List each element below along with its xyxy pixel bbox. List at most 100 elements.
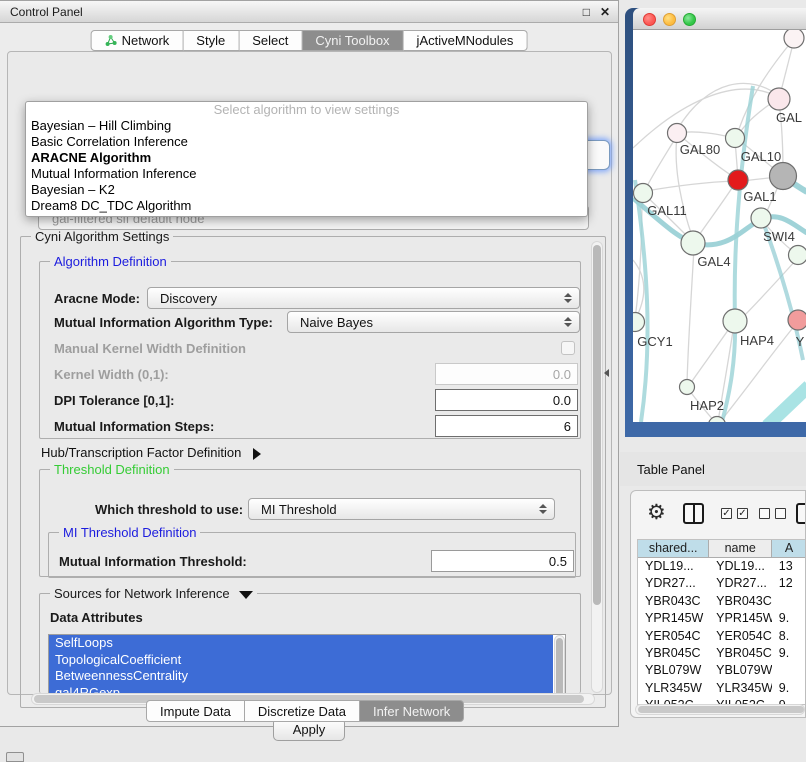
table-row[interactable]: YBR045CYBR045C9.: [638, 645, 806, 662]
table-panel-titlebar[interactable]: Table Panel: [620, 452, 806, 486]
table-row[interactable]: YER054CYER054C8.: [638, 628, 806, 645]
tab-jactivemnodules[interactable]: jActiveMNodules: [404, 30, 528, 51]
scrollbar-thumb[interactable]: [556, 638, 563, 696]
data-attributes-list[interactable]: SelfLoopsTopologicalCoefficientBetweenne…: [48, 634, 566, 700]
splitpane-collapse-arrow[interactable]: [604, 369, 609, 377]
table-row[interactable]: YDL19...YDL19...13: [638, 558, 806, 575]
tab-network[interactable]: Network: [91, 30, 184, 51]
network-node-hap2[interactable]: [680, 380, 695, 395]
algorithm-option-dream8-dc-tdc-algorithm[interactable]: Dream8 DC_TDC Algorithm: [26, 198, 587, 214]
mac-minimize-button[interactable]: [663, 13, 676, 26]
column-header-a[interactable]: A: [772, 540, 806, 557]
network-node-gcy1[interactable]: [633, 313, 645, 332]
table-cell: 13: [772, 558, 806, 575]
table-cell: YBL079W: [638, 662, 709, 679]
network-node[interactable]: [784, 30, 804, 48]
tab-impute-data[interactable]: Impute Data: [146, 700, 245, 722]
network-node-gal[interactable]: [768, 88, 790, 110]
settings-group-title: Cyni Algorithm Settings: [31, 229, 173, 244]
manual-kernel-width-checkbox[interactable]: [561, 341, 575, 355]
manual-kernel-width-label: Manual Kernel Width Definition: [54, 341, 246, 356]
bottom-tabs: Impute Data Discretize DataInfer Network: [146, 700, 464, 722]
table-cell: [772, 662, 806, 679]
aracne-mode-combobox[interactable]: Discovery: [147, 287, 580, 309]
kernel-width-field[interactable]: 0.0: [435, 363, 578, 385]
tab-discretize-data[interactable]: Discretize Data: [245, 700, 360, 722]
mi-algorithm-type-combobox[interactable]: Naive Bayes: [287, 311, 580, 333]
table-row[interactable]: YDR27...YDR27...12: [638, 575, 806, 592]
table-cell: YDR27...: [709, 575, 772, 592]
mac-close-button[interactable]: [643, 13, 656, 26]
collapse-down-icon: [239, 591, 253, 599]
table-mode-icon[interactable]: [796, 503, 806, 524]
collapsed-panel-chip[interactable]: [6, 752, 24, 762]
table-toolbar: ⚙ ✓ ✓: [631, 497, 805, 535]
attribute-item-topologicalcoefficient[interactable]: TopologicalCoefficient: [49, 652, 553, 669]
network-canvas[interactable]: GALGAL80GAL10GAL1GAL11GAL4SWI4GCY1HAP4YH…: [633, 30, 806, 422]
which-threshold-label: Which threshold to use:: [95, 502, 243, 517]
column-header-shared[interactable]: shared...: [638, 540, 709, 557]
algorithm-dropdown-list: Bayesian – Hill ClimbingBasic Correlatio…: [26, 118, 587, 214]
attribute-item-betweennesscentrality[interactable]: BetweennessCentrality: [49, 668, 553, 685]
table-row[interactable]: YPR145WYPR145W9.: [638, 610, 806, 627]
network-node-hap4[interactable]: [723, 309, 747, 333]
network-view-titlebar[interactable]: [633, 8, 806, 30]
aracne-mode-value: Discovery: [160, 291, 217, 306]
mi-steps-field[interactable]: 6: [435, 415, 578, 437]
tab-label: Impute Data: [160, 704, 231, 719]
table-header-row: shared...nameA: [638, 540, 806, 558]
which-threshold-combobox[interactable]: MI Threshold: [248, 498, 555, 520]
sources-group-title[interactable]: Sources for Network Inference: [50, 586, 257, 601]
network-node[interactable]: [770, 163, 797, 190]
scrollbar-thumb[interactable]: [638, 706, 804, 713]
control-panel-titlebar[interactable]: Control Panel □ ✕: [0, 1, 618, 23]
table-row[interactable]: YLR345WYLR345W9.: [638, 680, 806, 697]
gear-icon[interactable]: ⚙: [647, 502, 666, 523]
scrollbar-thumb[interactable]: [593, 245, 601, 605]
table-cell: 9.: [772, 680, 806, 697]
network-node-gal1[interactable]: [728, 170, 748, 190]
tab-select[interactable]: Select: [239, 30, 302, 51]
tab-label: Select: [252, 33, 288, 48]
mi-threshold-field[interactable]: 0.5: [431, 550, 574, 572]
columns-icon[interactable]: [683, 503, 704, 524]
algorithm-option-basic-correlation-inference[interactable]: Basic Correlation Inference: [26, 134, 587, 150]
combo-arrows-icon: [564, 317, 572, 327]
select-all-checkboxes-icon[interactable]: ✓ ✓: [721, 508, 748, 519]
network-node-y[interactable]: [788, 310, 806, 330]
algorithm-option-aracne-algorithm[interactable]: ARACNE Algorithm: [26, 150, 587, 166]
network-node-swi4[interactable]: [751, 208, 771, 228]
dpi-tolerance-field[interactable]: 0.0: [435, 389, 578, 411]
table-horizontal-scrollbar[interactable]: [635, 704, 805, 715]
hub-tf-definition-toggle[interactable]: Hub/Transcription Factor Definition: [41, 445, 261, 460]
settings-vertical-scrollbar[interactable]: [591, 241, 603, 693]
algorithm-option-bayesian-hill-climbing[interactable]: Bayesian – Hill Climbing: [26, 118, 587, 134]
close-window-icon[interactable]: ✕: [600, 6, 610, 18]
network-node-gal80[interactable]: [668, 124, 687, 143]
float-window-icon[interactable]: □: [583, 6, 590, 18]
tab-style[interactable]: Style: [183, 30, 239, 51]
table-row[interactable]: YBL079WYBL079W: [638, 662, 806, 679]
network-node-gal4[interactable]: [681, 231, 705, 255]
network-node-gal10[interactable]: [726, 129, 745, 148]
mi-steps-label: Mutual Information Steps:: [54, 419, 214, 434]
column-header-name[interactable]: name: [709, 540, 772, 557]
attribute-item-selfloops[interactable]: SelfLoops: [49, 635, 553, 652]
deselect-all-checkboxes-icon[interactable]: [759, 508, 786, 519]
network-node-gal11[interactable]: [634, 184, 653, 203]
table-row[interactable]: YBR043CYBR043C: [638, 593, 806, 610]
attribute-list-scrollbar[interactable]: [554, 635, 565, 699]
algorithm-option-mutual-information-inference[interactable]: Mutual Information Inference: [26, 166, 587, 182]
unchecked-box-icon: [759, 508, 770, 519]
mac-zoom-button[interactable]: [683, 13, 696, 26]
algorithm-option-bayesian-k2[interactable]: Bayesian – K2: [26, 182, 587, 198]
control-panel-window: Control Panel □ ✕ NetworkStyle Select Cyni…: [0, 0, 619, 727]
mi-steps-value: 6: [564, 419, 571, 434]
control-panel-tabs: NetworkStyle Select Cyni ToolboxjActiveMNo…: [91, 30, 528, 51]
tab-infer-network[interactable]: Infer Network: [360, 700, 464, 722]
control-panel-body: gal-filtered sif default node Select alg…: [7, 51, 612, 695]
table-cell: YBR043C: [709, 593, 772, 610]
node-label-swi4: SWI4: [763, 229, 795, 244]
tab-cyni-toolbox[interactable]: Cyni Toolbox: [302, 30, 403, 51]
network-node[interactable]: [789, 246, 806, 265]
